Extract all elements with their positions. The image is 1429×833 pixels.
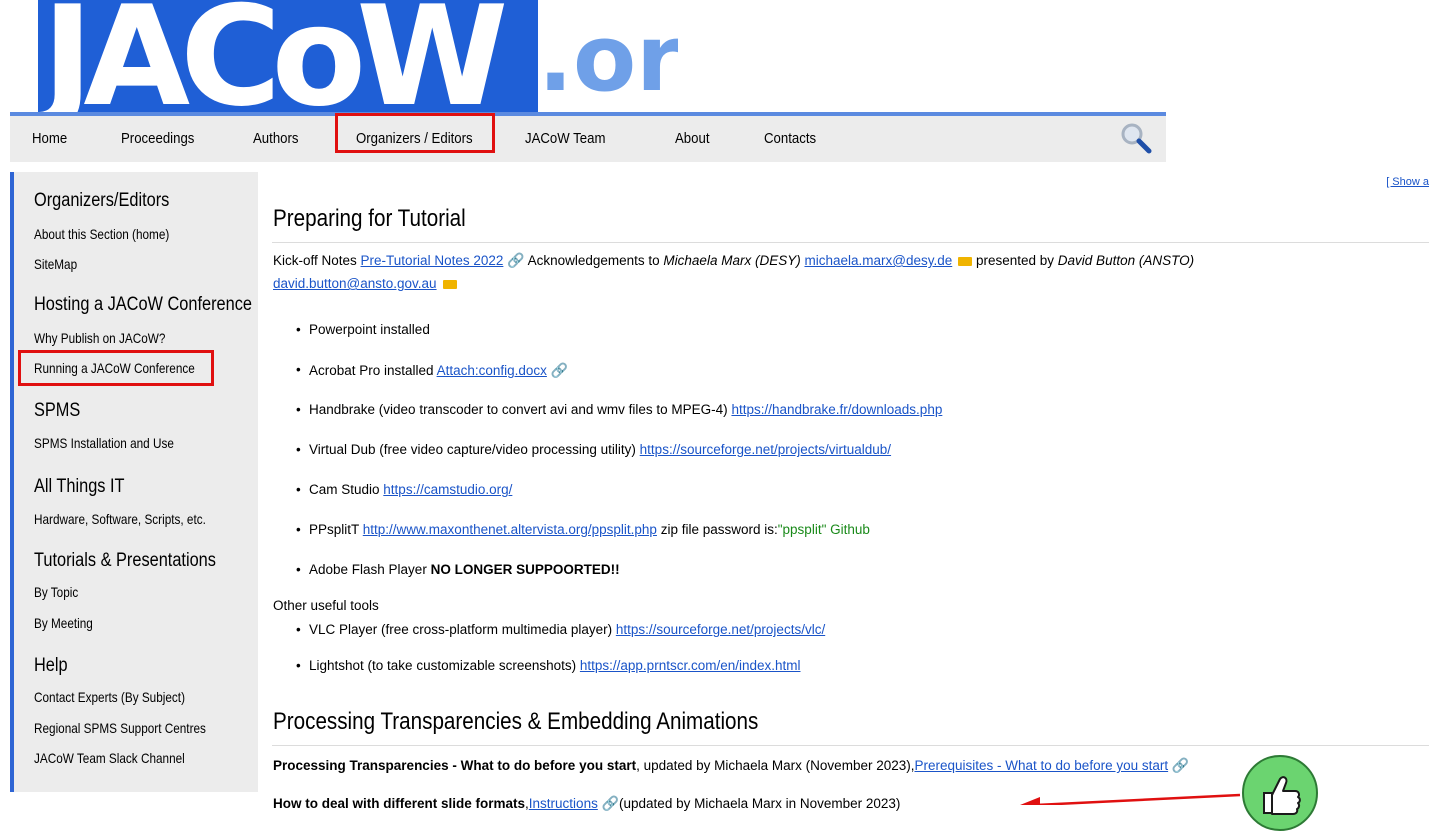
ack-name: Michaela Marx (DESY) — [663, 253, 801, 268]
sidebar-link-hardware[interactable]: Hardware, Software, Scripts, etc. — [34, 511, 206, 527]
sidebar-link-spms-install[interactable]: SPMS Installation and Use — [34, 435, 174, 451]
heading-processing-transparencies: Processing Transparencies & Embedding An… — [273, 708, 759, 735]
sidebar-link-sitemap[interactable]: SiteMap — [34, 256, 77, 272]
list-item: Lightshot (to take customizable screensh… — [296, 658, 801, 673]
sidebar-link-by-topic[interactable]: By Topic — [34, 584, 78, 600]
sidebar-section-tutorials: Tutorials & Presentations — [34, 550, 216, 571]
show-all-link[interactable]: [ Show a — [1386, 176, 1429, 188]
list-item: Handbrake (video transcoder to convert a… — [296, 402, 942, 417]
sidebar-section-it: All Things IT — [34, 476, 125, 497]
list-item: Acrobat Pro installed Attach:config.docx… — [296, 362, 569, 379]
vlc-link[interactable]: https://sourceforge.net/projects/vlc/ — [616, 622, 825, 637]
list-item-text: Virtual Dub (free video capture/video pr… — [309, 442, 640, 457]
ppsplit-link[interactable]: http://www.maxonthenet.altervista.org/pp… — [363, 522, 657, 537]
other-tools-label: Other useful tools — [273, 598, 379, 613]
list-item-text: Lightshot (to take customizable screensh… — [309, 658, 580, 673]
processing-line-1: Processing Transparencies - What to do b… — [273, 757, 1189, 774]
attachment-icon: 🔗 — [601, 795, 620, 811]
list-item-text: Acrobat Pro installed — [309, 363, 437, 378]
list-item-text: Handbrake (video transcoder to convert a… — [309, 402, 732, 417]
nav-proceedings[interactable]: Proceedings — [121, 130, 194, 147]
sidebar-section-organizers: Organizers/Editors — [34, 190, 170, 211]
kickoff-prefix: Kick-off Notes — [273, 253, 361, 268]
search-icon[interactable] — [1118, 120, 1154, 156]
instructions-updated-text: (updated by Michaela Marx in November 20… — [619, 796, 901, 811]
sidebar-link-slack[interactable]: JACoW Team Slack Channel — [34, 750, 185, 766]
list-item: Powerpoint installed — [296, 322, 430, 337]
list-item: Cam Studio https://camstudio.org/ — [296, 482, 512, 497]
sidebar-highlight-box — [18, 350, 214, 386]
handbrake-link[interactable]: https://handbrake.fr/downloads.php — [731, 402, 942, 417]
mail-icon — [958, 256, 973, 266]
attachment-icon: 🔗 — [507, 252, 525, 268]
ack-text: Acknowledgements to — [524, 253, 664, 268]
sidebar-link-by-meeting[interactable]: By Meeting — [34, 615, 93, 631]
list-item-text: Powerpoint installed — [309, 322, 430, 337]
sidebar-section-spms: SPMS — [34, 400, 81, 421]
processing-title: Processing Transparencies - What to do b… — [273, 758, 637, 773]
list-item-text: Adobe Flash Player — [309, 562, 431, 577]
divider — [272, 745, 1429, 746]
config-docx-link[interactable]: Attach:config.docx — [437, 363, 547, 378]
password-value[interactable]: "ppsplit" Github — [778, 522, 870, 537]
camstudio-link[interactable]: https://camstudio.org/ — [383, 482, 512, 497]
kickoff-line-2: david.button@ansto.gov.au — [273, 276, 457, 291]
nav-about[interactable]: About — [675, 130, 709, 147]
attachment-icon: 🔗 — [550, 362, 569, 378]
sidebar: Organizers/Editors About this Section (h… — [10, 172, 258, 792]
main-navbar: Home Proceedings Authors Organizers / Ed… — [10, 112, 1166, 162]
list-item: PPsplitT http://www.maxonthenet.altervis… — [296, 522, 870, 537]
nav-jacow-team[interactable]: JACoW Team — [525, 130, 605, 147]
list-item-text: VLC Player (free cross-platform multimed… — [309, 622, 616, 637]
sidebar-link-regional-spms[interactable]: Regional SPMS Support Centres — [34, 720, 206, 736]
sidebar-link-contact-experts[interactable]: Contact Experts (By Subject) — [34, 689, 185, 705]
virtualdub-link[interactable]: https://sourceforge.net/projects/virtual… — [640, 442, 891, 457]
sidebar-section-hosting: Hosting a JACoW Conference — [34, 294, 252, 315]
logo-suffix-text: .org — [538, 5, 678, 112]
divider — [272, 242, 1429, 243]
heading-preparing-tutorial: Preparing for Tutorial — [273, 205, 466, 232]
logo-main-text: JACoW — [38, 0, 504, 112]
processing-updated-text: , updated by Michaela Marx (November 202… — [636, 758, 915, 773]
email-david-link[interactable]: david.button@ansto.gov.au — [273, 276, 437, 291]
nav-highlight-box — [335, 113, 495, 153]
kickoff-line-1: Kick-off Notes Pre-Tutorial Notes 2022 🔗… — [273, 252, 1194, 269]
lightshot-link[interactable]: https://app.prntscr.com/en/index.html — [580, 658, 801, 673]
sidebar-link-about-section[interactable]: About this Section (home) — [34, 226, 169, 242]
nav-contacts[interactable]: Contacts — [764, 130, 816, 147]
list-item-text: Cam Studio — [309, 482, 384, 497]
thumbs-up-icon — [1242, 755, 1318, 831]
list-item: VLC Player (free cross-platform multimed… — [296, 622, 825, 637]
flash-unsupported-text: NO LONGER SUPPOORTED!! — [430, 562, 620, 577]
nav-authors[interactable]: Authors — [253, 130, 298, 147]
pre-tutorial-notes-link[interactable]: Pre-Tutorial Notes 2022 — [361, 253, 504, 268]
list-item-text: PPsplitT — [309, 522, 363, 537]
prerequisites-link[interactable]: Prerequisites - What to do before you st… — [914, 758, 1168, 773]
instructions-link[interactable]: Instructions — [529, 796, 598, 811]
presented-text: presented by — [972, 253, 1058, 268]
red-arrow-annotation — [1020, 793, 1241, 805]
presenter-name: David Button (ANSTO) — [1057, 253, 1195, 268]
nav-home[interactable]: Home — [32, 130, 67, 147]
email-michaela-link[interactable]: michaela.marx@desy.de — [804, 253, 952, 268]
list-item: Virtual Dub (free video capture/video pr… — [296, 442, 891, 457]
attachment-icon: 🔗 — [1171, 757, 1190, 773]
password-text: zip file password is: — [656, 522, 778, 537]
slide-formats-title: How to deal with different slide formats — [273, 796, 526, 811]
sidebar-section-help: Help — [34, 655, 68, 676]
logo-graphic: JACoW .org — [38, 0, 678, 112]
mail-icon — [442, 279, 457, 289]
processing-line-2: How to deal with different slide formats… — [273, 795, 900, 812]
list-item: Adobe Flash Player NO LONGER SUPPOORTED!… — [296, 562, 620, 577]
site-logo[interactable]: JACoW .org — [38, 0, 678, 112]
sidebar-link-why-publish[interactable]: Why Publish on JACoW? — [34, 330, 165, 346]
